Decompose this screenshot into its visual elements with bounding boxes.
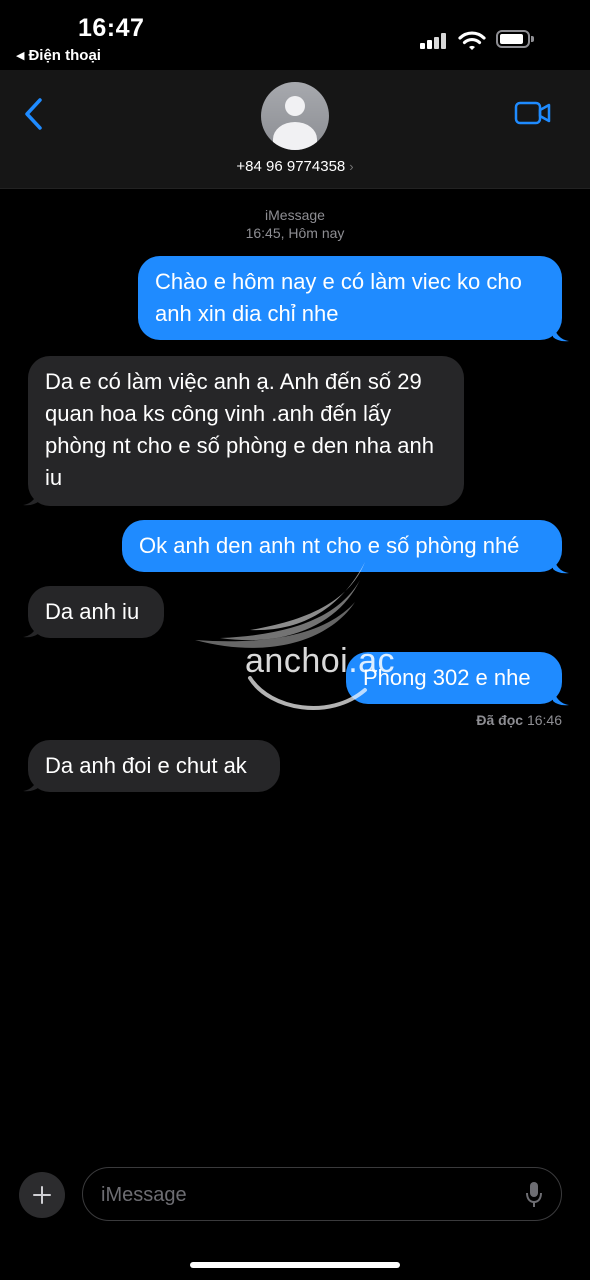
wifi-icon <box>458 31 486 50</box>
bubble-tail <box>553 556 569 574</box>
back-triangle-icon: ◀ <box>16 50 25 62</box>
plus-icon[interactable] <box>19 1172 65 1218</box>
bubble-tail <box>23 620 39 638</box>
watermark-logo: anchoi.ac <box>190 560 410 730</box>
thread-timestamp: 16:45, Hôm nay <box>245 225 345 241</box>
message-bubble-outgoing[interactable]: Ok anh den anh nt cho e số phòng nhé <box>122 520 562 572</box>
status-bar: 16:47 ◀ Điện thoại <box>0 0 590 70</box>
signal-icon <box>420 33 448 49</box>
wing-logo-icon <box>195 562 367 710</box>
service-label: iMessage <box>265 207 325 223</box>
video-call-icon[interactable] <box>514 100 552 126</box>
status-time: 16:47 <box>78 14 145 42</box>
message-bubble-incoming[interactable]: Da anh đoi e chut ak <box>28 740 280 792</box>
back-app-label: Điện thoại <box>28 47 101 64</box>
bubble-tail <box>553 324 569 342</box>
message-bubble-outgoing[interactable]: Chào e hôm nay e có làm viec ko cho anh … <box>138 256 562 340</box>
battery-icon <box>496 30 534 48</box>
microphone-icon[interactable] <box>525 1181 543 1209</box>
home-indicator[interactable] <box>190 1262 400 1268</box>
bubble-tail <box>23 774 39 792</box>
chevron-right-icon: › <box>349 159 354 174</box>
conversation-header: +84 96 9774358 › <box>0 70 590 189</box>
bubble-tail <box>553 688 569 706</box>
contact-number: +84 96 9774358 <box>236 158 346 175</box>
read-label: Đã đọc <box>476 712 524 728</box>
back-chevron-icon[interactable] <box>20 96 50 132</box>
contact-name-button[interactable]: +84 96 9774358 › <box>0 158 590 175</box>
message-bubble-incoming[interactable]: Da anh iu <box>28 586 164 638</box>
read-time: 16:46 <box>526 712 562 728</box>
message-bubble-outgoing[interactable]: Phong 302 e nhe <box>346 652 562 704</box>
message-input[interactable] <box>99 1178 503 1212</box>
read-receipt: Đã đọc 16:46 <box>476 712 562 728</box>
back-to-app-link[interactable]: ◀ Điện thoại <box>16 47 101 64</box>
contact-avatar-icon[interactable] <box>261 82 329 150</box>
bubble-tail <box>23 488 39 506</box>
message-input-field[interactable] <box>82 1167 562 1221</box>
message-bubble-incoming[interactable]: Da e có làm việc anh ạ. Anh đến số 29 qu… <box>28 356 464 506</box>
